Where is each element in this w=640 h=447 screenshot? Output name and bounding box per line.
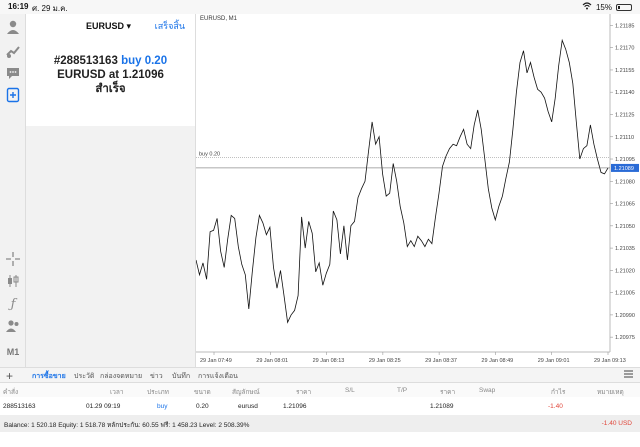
x-tick-label: 29 Jan 08:25 <box>369 358 401 364</box>
order-ticket-line: #288513163 buy 0.20 <box>26 54 195 68</box>
symbol-selector[interactable]: EURUSD ▾ <box>86 21 131 32</box>
y-tick-label: 1.21155 <box>615 68 634 74</box>
chart-title: EURUSD, M1 <box>200 16 238 22</box>
y-tick-label: 1.21110 <box>615 135 634 141</box>
timeframe-button[interactable]: M1 <box>4 343 22 361</box>
order-action: buy 0.20 <box>121 55 168 67</box>
row-size: 0.20 <box>196 403 209 410</box>
y-tick-label: 1.21125 <box>615 112 634 118</box>
col-type: ประเภท <box>147 389 169 396</box>
x-tick-label: 29 Jan 09:13 <box>594 358 626 364</box>
order-price-line: EURUSD at 1.21096 <box>26 68 195 82</box>
price-chart[interactable]: 1.21185 1.21170 1.21155 1.21140 1.21125 1.211… <box>196 14 640 367</box>
order-result: #288513163 buy 0.20 EURUSD at 1.21096 สำ… <box>26 54 195 96</box>
battery-percent: 15% <box>595 2 612 12</box>
row-profit: -1.40 <box>548 403 563 410</box>
col-time: เวลา <box>110 389 124 396</box>
col-size: ขนาด <box>194 389 211 396</box>
order-header: EURUSD ▾ เสร็จสิ้น <box>26 14 195 38</box>
y-tick-label: 1.21065 <box>615 202 635 208</box>
total-profit: -1.40 USD <box>601 420 632 427</box>
add-icon[interactable]: + <box>6 369 13 383</box>
tab-journal[interactable]: บันทึก <box>172 371 190 382</box>
current-price-label: 1.21089 <box>614 166 634 172</box>
status-time: 16:19 <box>8 2 29 11</box>
y-tick-label: 1.21170 <box>615 46 634 52</box>
left-blank-area <box>26 126 196 367</box>
balance-text: Balance: 1 520.18 Equity: 1 518.78 หลักป… <box>4 422 250 429</box>
tab-alerts[interactable]: การแจ้งเตือน <box>198 371 238 382</box>
collapse-icon[interactable] <box>623 369 634 382</box>
bottom-spacer <box>0 432 640 447</box>
y-tick-label: 1.21050 <box>615 224 635 230</box>
chat-icon[interactable] <box>4 64 22 82</box>
row-current-price: 1.21089 <box>430 403 454 410</box>
x-tick-label: 29 Jan 07:49 <box>200 358 232 364</box>
col-comment: หมายเหตุ <box>597 389 624 396</box>
y-tick-label: 1.21020 <box>615 268 635 274</box>
candles-icon[interactable] <box>4 272 22 290</box>
y-tick-label: 1.21185 <box>615 23 634 29</box>
col-swap: Swap <box>479 387 496 394</box>
new-order-icon[interactable] <box>4 86 22 104</box>
trade-table-header: คำสั่ง เวลา ประเภท ขนาด สัญลักษณ์ ราคา S… <box>0 383 640 397</box>
order-price: 1.21096 <box>122 69 164 81</box>
objects-icon[interactable] <box>4 317 22 335</box>
y-tick-label: 1.21005 <box>615 291 635 297</box>
col-tp: T/P <box>397 387 408 394</box>
col-profit: กำไร <box>551 389 566 396</box>
status-bar: 16:19 ศ. 29 ม.ค. 15% <box>0 0 640 14</box>
x-tick-label: 29 Jan 08:37 <box>425 358 457 364</box>
status-right: 15% <box>582 2 632 12</box>
col-sl: S/L <box>345 387 355 394</box>
chart-svg[interactable]: 1.21185 1.21170 1.21155 1.21140 1.21125 1.211… <box>196 14 640 367</box>
y-tick-label: 1.21080 <box>615 179 635 185</box>
row-type: buy <box>157 403 168 410</box>
wifi-icon <box>582 2 592 12</box>
row-time: 01.29 09:19 <box>86 403 121 410</box>
row-price: 1.21096 <box>283 403 307 410</box>
bottom-tabs: + การซื้อขาย ประวัติ กล่องจดหมาย ข่าว บั… <box>0 367 640 384</box>
order-status: สำเร็จ <box>95 83 126 95</box>
tab-mailbox[interactable]: กล่องจดหมาย <box>100 371 142 382</box>
balance-bar: Balance: 1 520.18 Equity: 1 518.78 หลักป… <box>0 416 640 432</box>
crosshair-icon[interactable] <box>4 250 22 268</box>
account-icon[interactable] <box>4 18 22 36</box>
x-tick-label: 29 Jan 08:13 <box>313 358 345 364</box>
col-symbol: สัญลักษณ์ <box>232 389 260 396</box>
order-ticket: #288513163 <box>53 55 118 67</box>
y-tick-label: 1.20990 <box>615 313 635 319</box>
x-tick-label: 29 Jan 08:01 <box>256 358 288 364</box>
left-toolbar: ƒ M1 <box>0 14 26 367</box>
col-price: ราคา <box>296 389 312 396</box>
order-result-panel: EURUSD ▾ เสร็จสิ้น #288513163 buy 0.20 E… <box>26 14 196 126</box>
y-tick-label: 1.21140 <box>615 90 634 96</box>
row-symbol: eurusd <box>238 403 258 410</box>
battery-icon <box>616 3 632 11</box>
row-order: 288513163 <box>3 403 36 410</box>
y-tick-label: 1.21095 <box>615 157 635 163</box>
done-button[interactable]: เสร็จสิ้น <box>155 19 185 33</box>
col-order: คำสั่ง <box>3 389 19 396</box>
y-tick-label: 1.21035 <box>615 246 635 252</box>
signal-icon[interactable] <box>4 42 22 60</box>
order-symbol: EURUSD at <box>57 69 120 81</box>
x-tick-label: 29 Jan 08:49 <box>481 358 513 364</box>
y-tick-label: 1.20975 <box>615 335 635 341</box>
order-price-label: buy 0.20 <box>199 152 220 158</box>
tab-history[interactable]: ประวัติ <box>74 371 94 382</box>
x-tick-label: 29 Jan 09:01 <box>538 358 570 364</box>
table-row[interactable]: 288513163 01.29 09:19 buy 0.20 eurusd 1.… <box>0 397 640 416</box>
col-current-price: ราคา <box>440 389 456 396</box>
tab-news[interactable]: ข่าว <box>150 371 163 382</box>
price-series-line <box>196 38 609 324</box>
indicators-icon[interactable]: ƒ <box>4 295 22 313</box>
